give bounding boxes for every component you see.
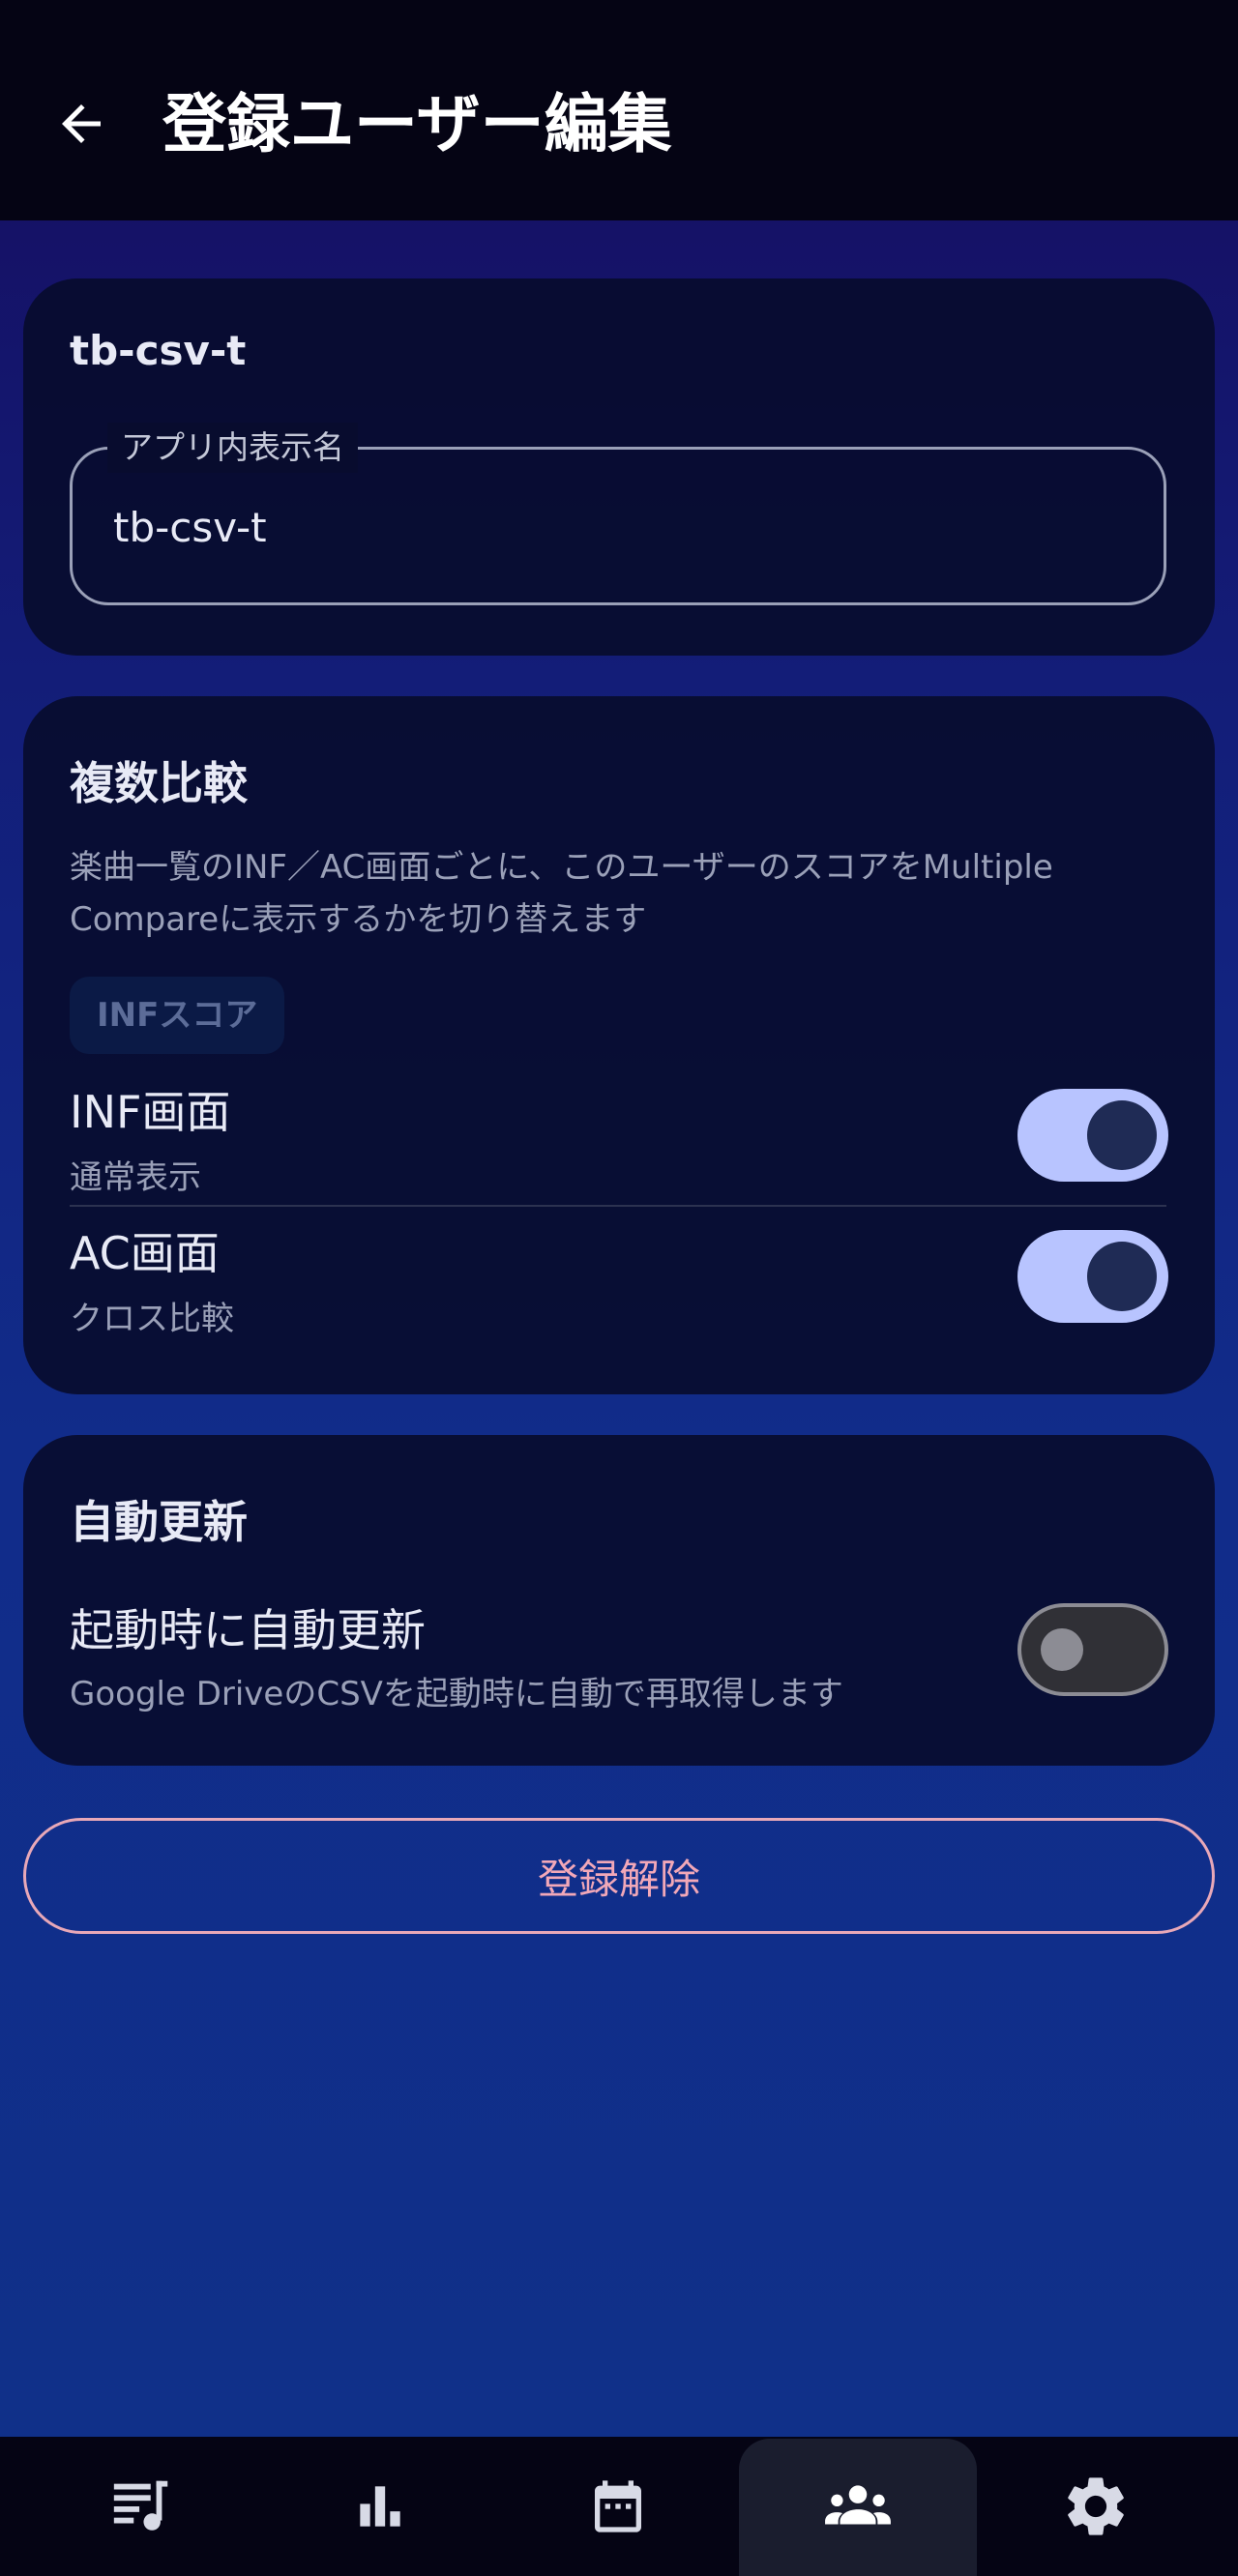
toggle-knob xyxy=(1087,1100,1157,1170)
nav-item-settings[interactable] xyxy=(977,2437,1215,2576)
app-bar: 登録ユーザー編集 xyxy=(0,0,1238,220)
page-title: 登録ユーザー編集 xyxy=(162,87,672,161)
section-title-auto-update: 自動更新 xyxy=(70,1496,248,1548)
toggle-knob xyxy=(1041,1628,1083,1671)
back-button[interactable] xyxy=(43,85,120,162)
song-list-icon xyxy=(113,2480,168,2531)
nav-item-song-list[interactable] xyxy=(23,2437,261,2576)
display-name-label: アプリ内表示名 xyxy=(107,423,358,473)
ac-screen-title: AC画面 xyxy=(70,1227,220,1279)
nav-item-users[interactable] xyxy=(739,2437,977,2576)
auto-update-title: 起動時に自動更新 xyxy=(70,1604,426,1656)
nav-item-calendar[interactable] xyxy=(499,2437,737,2576)
calendar-icon xyxy=(595,2480,641,2532)
users-icon xyxy=(825,2485,891,2525)
user-id: tb-csv-t xyxy=(70,327,247,374)
multi-compare-card: 複数比較 楽曲一覧のINF／AC画面ごとに、このユーザーのスコアをMultipl… xyxy=(23,696,1215,1394)
arrow-left-icon xyxy=(62,104,101,143)
inf-screen-subtitle: 通常表示 xyxy=(70,1158,201,1197)
auto-update-card: 自動更新 起動時に自動更新 Google DriveのCSVを起動時に自動で再取… xyxy=(23,1435,1215,1766)
user-card: tb-csv-t アプリ内表示名 xyxy=(23,278,1215,656)
inf-score-chip[interactable]: INFスコア xyxy=(70,977,285,1054)
auto-update-subtitle: Google DriveのCSVを起動時に自動で再取得します xyxy=(70,1675,843,1713)
inf-screen-title: INF画面 xyxy=(70,1086,231,1138)
auto-update-toggle[interactable] xyxy=(1017,1603,1168,1696)
multi-compare-description: 楽曲一覧のINF／AC画面ごとに、このユーザーのスコアをMultiple Com… xyxy=(70,848,1053,939)
ac-screen-toggle[interactable] xyxy=(1017,1230,1168,1323)
inf-screen-toggle[interactable] xyxy=(1017,1089,1168,1182)
ac-screen-subtitle: クロス比較 xyxy=(70,1300,234,1338)
display-name-field[interactable]: アプリ内表示名 xyxy=(70,423,1166,605)
gear-icon xyxy=(1068,2477,1124,2535)
nav-item-stats[interactable] xyxy=(261,2437,499,2576)
section-title-multi-compare: 複数比較 xyxy=(70,757,248,809)
bar-chart-icon xyxy=(360,2486,400,2527)
display-name-input[interactable] xyxy=(113,496,1119,558)
bottom-nav xyxy=(0,2437,1238,2576)
unregister-button[interactable]: 登録解除 xyxy=(23,1818,1215,1934)
toggle-knob xyxy=(1087,1242,1157,1311)
divider xyxy=(70,1205,1166,1207)
